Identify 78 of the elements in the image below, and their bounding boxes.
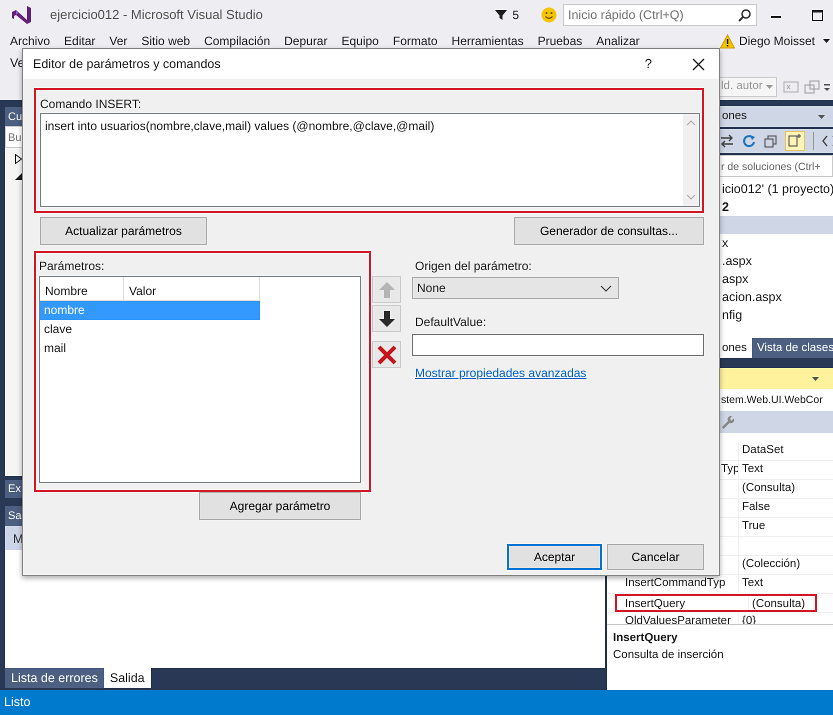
close-button[interactable] xyxy=(692,58,705,70)
property-value: True xyxy=(738,518,833,536)
show-files-icon[interactable] xyxy=(785,131,805,151)
field-label: Comando INSERT: xyxy=(40,96,142,111)
panel-tab[interactable]: Salida xyxy=(104,668,151,688)
arrow-down-icon xyxy=(378,310,396,328)
menu-item[interactable]: Equipo xyxy=(341,32,379,50)
window-title: ejercicio012 - Microsoft Visual Studio xyxy=(50,6,263,24)
field-label: Parámetros: xyxy=(39,258,106,272)
query-builder-button[interactable]: Generador de consultas... xyxy=(514,217,704,245)
collapse-icon[interactable] xyxy=(764,134,777,148)
menu-item[interactable]: Herramientas xyxy=(452,32,524,50)
menu-item[interactable]: Formato xyxy=(392,32,438,50)
description-text: Consulta de inserción xyxy=(613,648,725,664)
overflow-icon[interactable] xyxy=(824,84,830,90)
list-item[interactable]: mail xyxy=(40,339,260,358)
help-button[interactable]: ? xyxy=(644,54,652,74)
property-value: False xyxy=(738,499,833,517)
menu-item[interactable]: Depurar xyxy=(284,32,328,50)
field-label: DefaultValue: xyxy=(415,314,488,328)
field-label: Origen del parámetro: xyxy=(415,258,533,272)
description-title: InsertQuery xyxy=(613,631,679,646)
logo-icon xyxy=(10,3,34,27)
move-down-button[interactable] xyxy=(372,305,401,332)
status-text: Listo xyxy=(3,694,30,712)
ok-button[interactable]: Aceptar xyxy=(507,544,602,570)
quick-launch-field[interactable]: Inicio rápido (Ctrl+Q) xyxy=(563,4,757,26)
caret-icon[interactable] xyxy=(823,39,830,43)
command-field[interactable]: insert into usuarios(nombre,clave,mail) values (@nombre,@clave,@mail) xyxy=(40,113,700,207)
search-icon[interactable] xyxy=(738,8,751,22)
property-name: InsertCommandTyp xyxy=(624,576,726,591)
command-text: insert into usuarios(nombre,clave,mail) values (@nombre,@clave,@mail) xyxy=(44,118,436,135)
menu-item[interactable]: Pruebas xyxy=(538,32,582,50)
panel-title: ones xyxy=(721,108,748,124)
refresh-icon[interactable] xyxy=(742,134,756,148)
chevron-down-icon xyxy=(600,284,612,292)
property-value: (Consulta) xyxy=(748,596,815,610)
parameter-list[interactable]: Nombre Valor nombre clave mail xyxy=(39,276,361,483)
add-parameter-button[interactable]: Agregar parámetro xyxy=(199,492,361,520)
close-icon xyxy=(692,58,705,70)
delete-button[interactable] xyxy=(372,341,401,368)
menu-item[interactable]: Editar xyxy=(64,32,96,50)
dropdown-value: ld. autor xyxy=(720,79,764,94)
toolbar-separator-icon xyxy=(813,132,814,150)
menu-item[interactable]: Analizar xyxy=(596,32,640,50)
menu-item[interactable]: Compilación xyxy=(204,32,270,50)
property-value: (Consulta) xyxy=(738,480,833,498)
refresh-parameters-button[interactable]: Actualizar parámetros xyxy=(40,217,207,245)
advanced-properties-link[interactable]: Mostrar propiedades avanzadas xyxy=(415,364,586,382)
menu-item[interactable]: Archivo xyxy=(10,32,50,50)
property-value: Text xyxy=(738,575,833,593)
list-item[interactable]: clave xyxy=(40,320,260,339)
maximize-icon[interactable] xyxy=(812,10,823,20)
dialog-title: Editor de parámetros y comandos xyxy=(32,56,222,73)
scrollbar[interactable] xyxy=(683,114,699,206)
caret-icon xyxy=(766,85,773,89)
arrow-up-icon xyxy=(378,280,396,298)
notification-count: 5 xyxy=(512,7,519,24)
dropdown-value: None xyxy=(416,280,447,297)
property-value: Text xyxy=(738,461,833,479)
filter-icon[interactable] xyxy=(494,8,508,22)
expand-toggle-icon[interactable] xyxy=(14,154,23,164)
sync-icon[interactable] xyxy=(720,134,734,148)
menu-item[interactable]: Ver xyxy=(109,32,128,50)
delete-icon xyxy=(376,344,396,364)
menu-item[interactable]: Sitio web xyxy=(141,32,190,50)
cancel-button[interactable]: Cancelar xyxy=(607,544,704,570)
warning-icon xyxy=(720,34,735,48)
source-dropdown[interactable]: None xyxy=(412,277,619,299)
property-name: OldValuesParameter xyxy=(624,614,732,629)
property-value: DataSet xyxy=(738,442,833,460)
property-value: (Colección) xyxy=(738,556,833,574)
caret-icon[interactable] xyxy=(812,376,819,380)
panel-tab[interactable]: Lista de errores xyxy=(5,668,104,688)
user-name[interactable]: Diego Moisset xyxy=(738,32,815,50)
default-value-field[interactable] xyxy=(412,334,704,356)
property-name: InsertQuery xyxy=(624,597,686,610)
smiley-icon[interactable] xyxy=(541,7,557,23)
